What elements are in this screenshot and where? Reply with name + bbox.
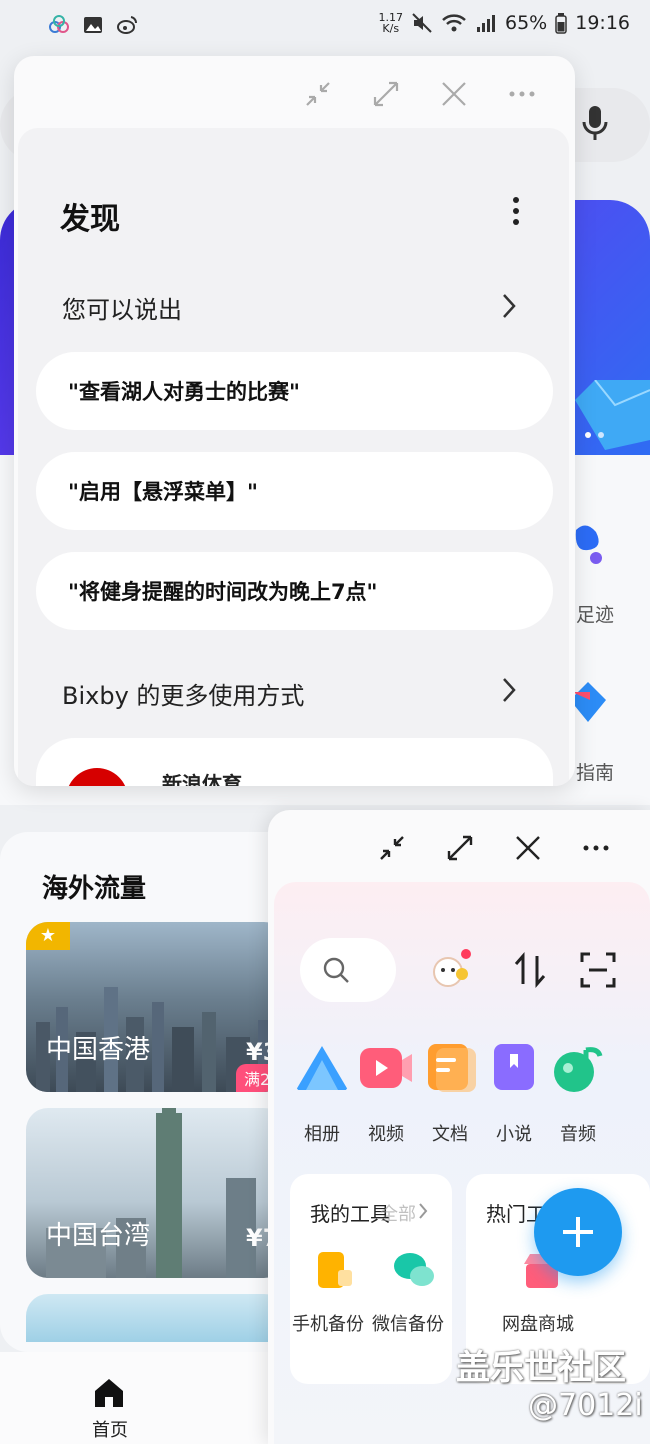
city-name: 中国香港: [46, 1035, 151, 1065]
battery-percent: 65%: [505, 12, 548, 34]
suggestion-pill[interactable]: "将健身提醒的时间改为晚上7点": [36, 552, 553, 630]
search-icon: [323, 957, 349, 983]
close-icon[interactable]: [440, 80, 468, 108]
category-label: 小说: [496, 1124, 532, 1145]
wechat-backup-icon[interactable]: [392, 1250, 436, 1290]
weibo-icon: [117, 16, 138, 34]
tool-label: 网盘商城: [502, 1314, 574, 1335]
gallery-icon: [84, 17, 102, 33]
my-tools-title: 我的工具: [310, 1202, 390, 1226]
you-can-say-label: 您可以说出: [62, 296, 182, 324]
suggestion-text: "将健身提醒的时间改为晚上7点": [68, 580, 378, 604]
status-right: 1.17 K/s 65% 19:16: [379, 12, 631, 34]
mute-icon: [412, 13, 432, 33]
side-label-footprint[interactable]: 足迹: [576, 600, 614, 627]
suggestion-pill[interactable]: "启用【悬浮菜单】": [36, 452, 553, 530]
window-controls: [378, 834, 610, 862]
battery-icon: [555, 13, 567, 34]
more-ways-row[interactable]: Bixby 的更多使用方式: [62, 676, 522, 710]
minimize-icon[interactable]: [378, 834, 406, 862]
transfer-icon[interactable]: [510, 950, 550, 990]
net-speed: 1.17 K/s: [379, 12, 404, 34]
gem-graphic: [575, 380, 650, 450]
maximize-icon[interactable]: [372, 80, 400, 108]
category-video[interactable]: 视频: [354, 1042, 418, 1146]
video-icon: [360, 1048, 412, 1088]
kebab-menu-icon[interactable]: [509, 196, 523, 226]
phone-backup-icon[interactable]: [314, 1250, 354, 1290]
city-card-hongkong[interactable]: ★ 中国香港 ¥3 满2: [26, 922, 286, 1092]
add-button[interactable]: [534, 1188, 622, 1276]
cloud-icon: [49, 15, 69, 33]
wifi-icon: [442, 14, 466, 32]
close-icon[interactable]: [514, 834, 542, 862]
category-label: 音频: [560, 1124, 596, 1145]
book-icon: [494, 1044, 534, 1090]
watermark-text: 盖乐世社区: [456, 1348, 626, 1388]
tower-graphic: [46, 1108, 256, 1278]
category-label: 文档: [432, 1124, 468, 1145]
tool-label: 微信备份: [372, 1314, 444, 1335]
sina-sports-item[interactable]: 新浪体育: [36, 738, 553, 786]
scan-icon[interactable]: [578, 950, 618, 990]
chevron-right-icon[interactable]: [501, 292, 517, 320]
category-novel[interactable]: 小说: [482, 1042, 546, 1146]
category-label: 视频: [368, 1124, 404, 1145]
window-controls: [304, 80, 536, 108]
you-can-say-row[interactable]: 您可以说出: [62, 290, 522, 324]
album-icon: [296, 1046, 348, 1090]
sina-logo-icon: [66, 768, 128, 786]
all-link[interactable]: 全部: [380, 1200, 416, 1226]
document-icon: [428, 1044, 476, 1092]
suggestion-pill[interactable]: "查看湖人对勇士的比赛": [36, 352, 553, 430]
category-audio[interactable]: 音频: [546, 1042, 610, 1146]
more-icon[interactable]: [582, 834, 610, 862]
suggestion-text: "查看湖人对勇士的比赛": [68, 380, 300, 404]
category-document[interactable]: 文档: [418, 1042, 482, 1146]
city-card-partial[interactable]: [26, 1294, 286, 1342]
watermark-handle: @7012i: [528, 1388, 643, 1423]
category-album[interactable]: 相册: [290, 1042, 354, 1146]
my-tools-card[interactable]: 我的工具 全部 手机备份 微信备份: [290, 1174, 452, 1384]
status-left-icons: [48, 14, 138, 36]
maximize-icon[interactable]: [446, 834, 474, 862]
chevron-right-icon: [419, 1203, 428, 1219]
tool-label: 手机备份: [292, 1314, 364, 1335]
net-speed-unit: K/s: [382, 22, 400, 35]
bixby-popup-window: 发现 您可以说出 "查看湖人对勇士的比赛" "启用【悬浮菜单】" "将健身提醒的…: [14, 56, 575, 786]
favorite-badge: ★: [26, 922, 70, 950]
status-bar: 1.17 K/s 65% 19:16: [0, 0, 650, 56]
more-icon[interactable]: [508, 80, 536, 108]
discover-title: 发现: [60, 202, 120, 237]
suggestion-text: "启用【悬浮菜单】": [68, 480, 258, 504]
microphone-icon[interactable]: [580, 104, 610, 144]
more-ways-label: Bixby 的更多使用方式: [62, 682, 305, 710]
city-name: 中国台湾: [46, 1221, 151, 1251]
overseas-title: 海外流量: [42, 874, 147, 904]
nav-home-label[interactable]: 首页: [80, 1416, 140, 1442]
category-label: 相册: [304, 1124, 340, 1145]
clock: 19:16: [575, 12, 630, 34]
cloud-search-button[interactable]: [300, 938, 396, 1002]
minimize-icon[interactable]: [304, 80, 332, 108]
home-icon[interactable]: [92, 1376, 126, 1410]
mascot-icon[interactable]: [428, 948, 474, 994]
city-card-taiwan[interactable]: 中国台湾 ¥7: [26, 1108, 286, 1278]
plus-icon: [563, 1217, 593, 1247]
side-label-guide[interactable]: 指南: [576, 758, 614, 785]
signal-icon: [477, 15, 495, 32]
sina-label: 新浪体育: [162, 772, 242, 786]
chevron-right-icon[interactable]: [501, 676, 517, 704]
music-icon: [554, 1047, 603, 1092]
